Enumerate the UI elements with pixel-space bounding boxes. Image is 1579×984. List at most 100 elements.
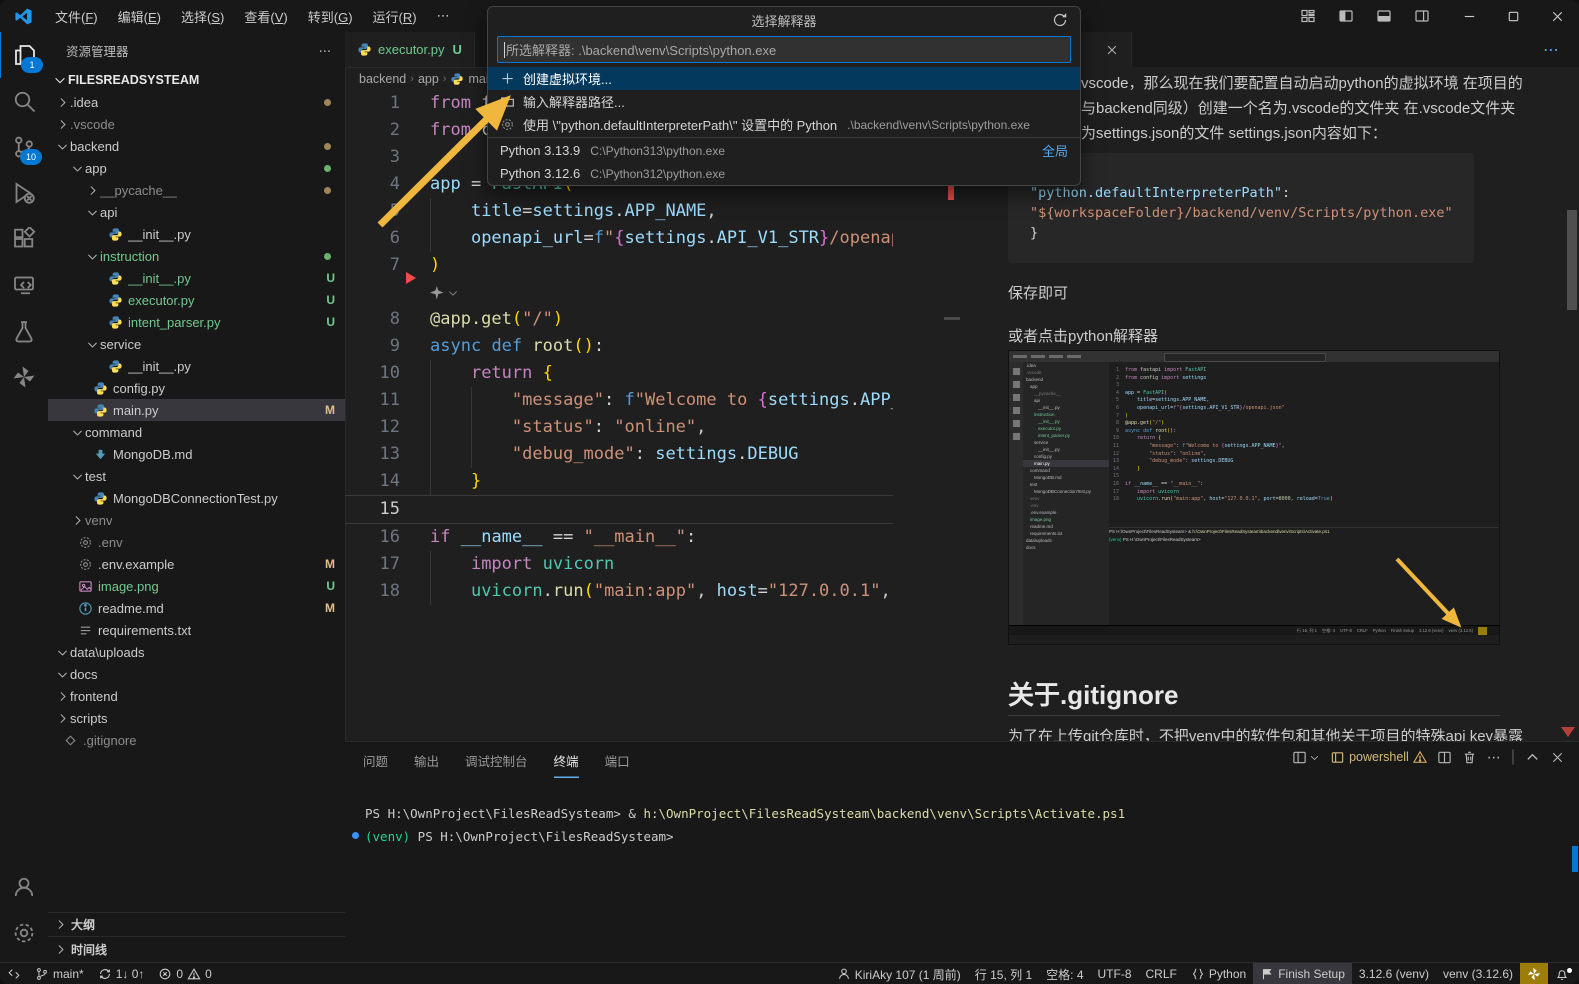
- statusbar-python[interactable]: Python: [1184, 963, 1253, 984]
- statusbar-main-[interactable]: main*: [28, 963, 91, 984]
- activity-testing-icon[interactable]: [0, 308, 48, 354]
- maximize-panel-icon[interactable]: [1525, 750, 1540, 765]
- activity-debug-icon[interactable]: [0, 170, 48, 216]
- tree-item-executor.py[interactable]: executor.pyU: [48, 289, 345, 311]
- statusbar-crlf[interactable]: CRLF: [1139, 963, 1184, 984]
- panel-tab-问题[interactable]: 问题: [363, 742, 388, 778]
- interpreter-input[interactable]: 所选解释器: .\backend\venv\Scripts\python.exe: [497, 36, 1071, 63]
- split-terminal-icon[interactable]: [1437, 750, 1452, 765]
- activity-account-icon[interactable]: [0, 864, 48, 910]
- preview-scrollbar[interactable]: [1567, 210, 1577, 310]
- shell-label[interactable]: powershell: [1330, 750, 1427, 765]
- lay-side-r-icon[interactable]: [1405, 2, 1439, 30]
- refresh-icon[interactable]: [1052, 12, 1068, 28]
- tree-item-main.py[interactable]: main.pyM: [48, 399, 345, 421]
- activity-remote-icon[interactable]: [0, 262, 48, 308]
- menu-V[interactable]: 查看(V): [235, 4, 296, 29]
- tree-item-service[interactable]: service: [48, 333, 345, 355]
- tree-item-intent_parser.py[interactable]: intent_parser.pyU: [48, 311, 345, 333]
- tree-item-.vscode[interactable]: .vscode: [48, 113, 345, 135]
- lay-side-icon[interactable]: [1329, 2, 1363, 30]
- new-terminal-icon[interactable]: [1292, 750, 1320, 765]
- tree-item-app[interactable]: app: [48, 157, 345, 179]
- breadcrumb-item[interactable]: app: [418, 72, 439, 86]
- lay-panel-icon[interactable]: [1367, 2, 1401, 30]
- minimize-button[interactable]: [1447, 0, 1491, 32]
- interpreter-option[interactable]: Python 3.13.9C:\Python313\python.exe全局: [488, 139, 1080, 162]
- tree-item-__pycache__[interactable]: __pycache__: [48, 179, 345, 201]
- tree-item-.gitignore[interactable]: .gitignore: [48, 729, 345, 751]
- menu-R[interactable]: 运行(R): [364, 4, 426, 29]
- interpreter-option[interactable]: Python 3.12.6C:\Python312\python.exe: [488, 162, 1080, 185]
- tree-item-scripts[interactable]: scripts: [48, 707, 345, 729]
- close-panel-icon[interactable]: [1550, 750, 1565, 765]
- statusbar-1-0-[interactable]: 1↓ 0↑: [91, 963, 152, 984]
- tree-item-backend[interactable]: backend: [48, 135, 345, 157]
- terminal-output[interactable]: PS H:\OwnProject\FilesReadSysteam> & h:\…: [365, 802, 1125, 848]
- interpreter-option[interactable]: 使用 \"python.defaultInterpreterPath\" 设置中…: [488, 113, 1080, 136]
- tree-item-image.png[interactable]: image.pngU: [48, 575, 345, 597]
- statusbar--15-1[interactable]: 行 15, 列 1: [968, 963, 1039, 984]
- tab-executor-py[interactable]: executor.py U: [345, 32, 475, 67]
- tree-root[interactable]: FILESREADSYSTEAM: [48, 68, 345, 91]
- activity-search-icon[interactable]: [0, 78, 48, 124]
- editor-scrollbar[interactable]: [944, 317, 960, 320]
- menu-more-icon[interactable]: ⋯: [428, 5, 459, 27]
- lay-grid-icon[interactable]: [1291, 2, 1325, 30]
- statusbar--4[interactable]: 空格: 4: [1039, 963, 1090, 984]
- activity-explorer-icon[interactable]: 1: [0, 32, 49, 78]
- tree-item-api[interactable]: api: [48, 201, 345, 223]
- tree-item-docs[interactable]: docs: [48, 663, 345, 685]
- menu-F[interactable]: 文件(F): [46, 4, 107, 29]
- tree-item-venv[interactable]: venv: [48, 509, 345, 531]
- panel-tab-端口[interactable]: 端口: [605, 742, 630, 778]
- statusbar-kiriaky-107-1-[interactable]: KiriAky 107 (1 周前): [830, 963, 968, 984]
- statusbar-bell[interactable]: [1548, 963, 1579, 984]
- activity-pinwheel-icon[interactable]: [0, 354, 48, 400]
- tree-item-frontend[interactable]: frontend: [48, 685, 345, 707]
- activity-settings-icon[interactable]: [0, 910, 48, 956]
- tree-item-MongoDB.md[interactable]: MongoDB.md: [48, 443, 345, 465]
- statusbar-3-12-6-venv-[interactable]: 3.12.6 (venv): [1352, 963, 1436, 984]
- explorer-more-icon[interactable]: ⋯: [319, 43, 332, 58]
- outline-section[interactable]: 大纲: [48, 912, 345, 936]
- tree-item-.env[interactable]: .env: [48, 531, 345, 553]
- panel-tab-终端[interactable]: 终端: [554, 742, 579, 778]
- statusbar-0[interactable]: 00: [151, 963, 218, 984]
- option-scope-link[interactable]: 全局: [1042, 141, 1068, 160]
- tree-item-instruction[interactable]: instruction: [48, 245, 345, 267]
- panel-tab-输出[interactable]: 输出: [414, 742, 439, 778]
- codelens-row[interactable]: [345, 279, 893, 306]
- tree-item-readme.md[interactable]: readme.mdM: [48, 597, 345, 619]
- interpreter-option[interactable]: 创建虚拟环境...: [488, 67, 1080, 90]
- tree-item-.env.example[interactable]: .env.exampleM: [48, 553, 345, 575]
- breadcrumb-item[interactable]: backend: [359, 72, 406, 86]
- statusbar-utf-8[interactable]: UTF-8: [1091, 963, 1139, 984]
- tree-item-datauploads[interactable]: data\uploads: [48, 641, 345, 663]
- kill-terminal-icon[interactable]: [1462, 750, 1477, 765]
- tree-item-__init__.py[interactable]: __init__.py: [48, 355, 345, 377]
- tree-item-command[interactable]: command: [48, 421, 345, 443]
- statusbar-remote[interactable]: [0, 963, 28, 984]
- tree-item-__init__.py[interactable]: __init__.py: [48, 223, 345, 245]
- statusbar-venv-3-12-6-[interactable]: venv (3.12.6): [1436, 963, 1520, 984]
- tree-item-requirements.txt[interactable]: requirements.txt: [48, 619, 345, 641]
- statusbar-pinwheel[interactable]: [1520, 963, 1548, 984]
- menu-E[interactable]: 编辑(E): [109, 4, 170, 29]
- menu-S[interactable]: 选择(S): [172, 4, 233, 29]
- menu-G[interactable]: 转到(G): [299, 4, 362, 29]
- interpreter-option[interactable]: 输入解释器路径...: [488, 90, 1080, 113]
- close-button[interactable]: [1535, 0, 1579, 32]
- panel-more-icon[interactable]: ⋯: [1487, 749, 1501, 766]
- tree-item-MongoDBConnectionTest.py[interactable]: MongoDBConnectionTest.py: [48, 487, 345, 509]
- tabstrip-more-icon[interactable]: ⋯: [1543, 40, 1559, 60]
- activity-extensions-icon[interactable]: [0, 216, 48, 262]
- tree-item-.idea[interactable]: .idea: [48, 91, 345, 113]
- maximize-button[interactable]: [1491, 0, 1535, 32]
- close-icon[interactable]: [1105, 43, 1119, 57]
- tree-item-config.py[interactable]: config.py: [48, 377, 345, 399]
- timeline-section[interactable]: 时间线: [48, 936, 345, 962]
- statusbar-finish-setup[interactable]: Finish Setup: [1253, 963, 1352, 984]
- terminal-scrollbar[interactable]: [1572, 846, 1578, 872]
- tree-item-__init__.py[interactable]: __init__.pyU: [48, 267, 345, 289]
